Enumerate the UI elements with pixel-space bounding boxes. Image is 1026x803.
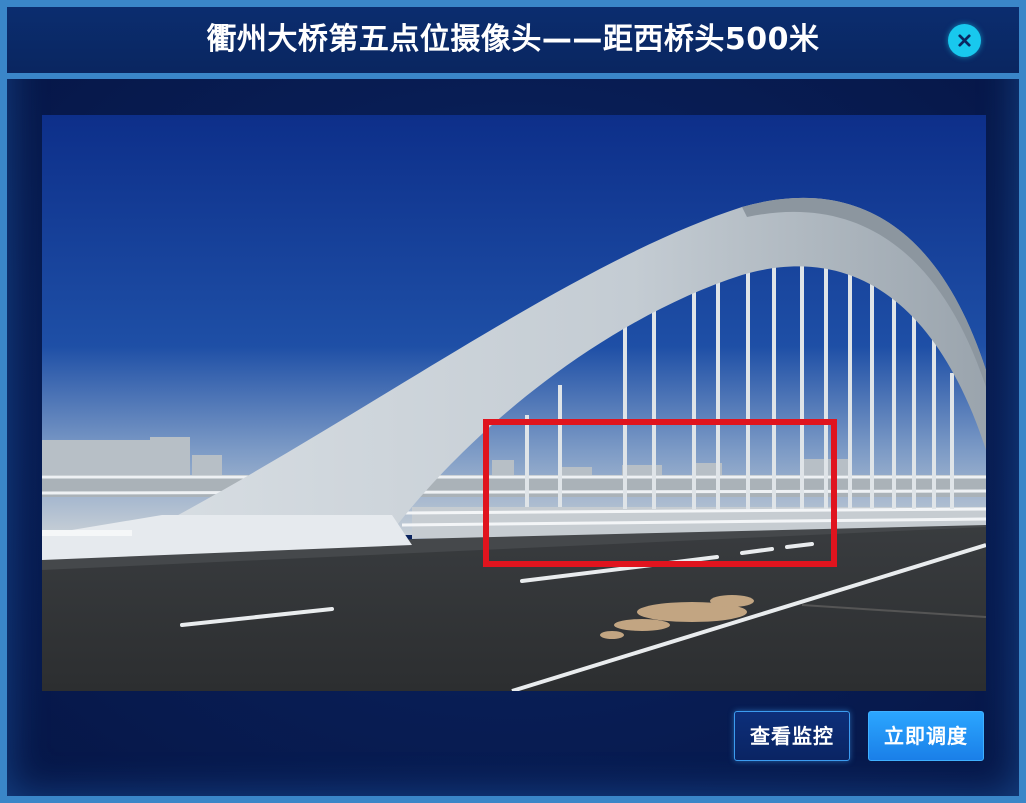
close-icon [958, 34, 971, 47]
dialog-title: 衢州大桥第五点位摄像头——距西桥头500米 [206, 22, 820, 57]
anomaly-highlight-box [483, 419, 837, 567]
dispatch-now-button[interactable]: 立即调度 [868, 711, 984, 761]
camera-feed [42, 115, 986, 691]
view-monitor-button[interactable]: 查看监控 [734, 711, 850, 761]
bridge-image [42, 115, 986, 691]
close-button[interactable] [948, 24, 981, 57]
dialog-header: 衢州大桥第五点位摄像头——距西桥头500米 [7, 7, 1019, 79]
camera-alert-dialog: 衢州大桥第五点位摄像头——距西桥头500米 查看监控 立即调度 [0, 0, 1026, 803]
